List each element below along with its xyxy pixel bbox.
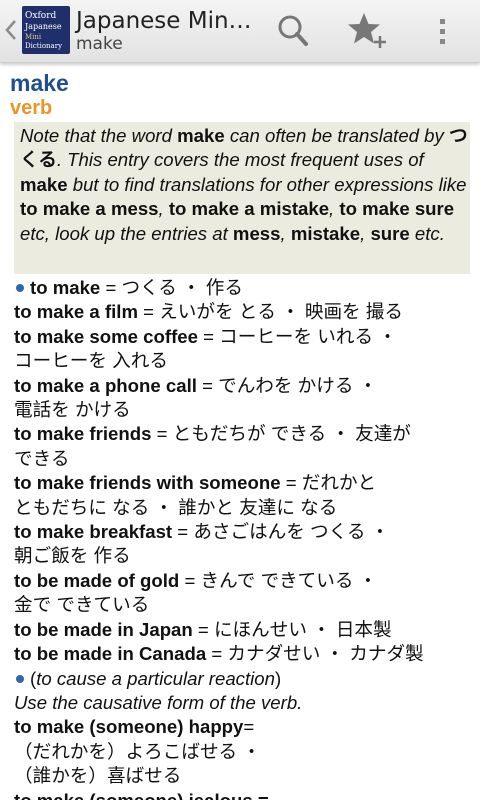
overflow-menu-button[interactable] [422, 8, 462, 54]
note-keyword: make [177, 125, 225, 146]
example-line-cont: （誰かを）喜ばせる [14, 765, 182, 787]
example-phrase: to be made in Canada [14, 643, 207, 665]
entry-content[interactable]: make verb Note that the word make can of… [0, 63, 480, 800]
example-line: to be made of gold = きんで できている ・ [14, 569, 476, 593]
logo-text-japanese: Japanese [25, 22, 62, 31]
sense-list: to make = つくる ・ 作る to make a film = えいがを… [14, 276, 476, 800]
example-line-cont: できる [14, 447, 70, 469]
example-phrase: to be made of gold [14, 569, 180, 591]
note-keyword[interactable]: mistake [291, 223, 360, 244]
bullet-icon [16, 674, 24, 683]
example-phrase: to make a film [14, 301, 139, 323]
example-line: to make some coffee = コーヒーを いれる ・ [14, 325, 476, 349]
note-link-sure[interactable]: to make sure [339, 198, 454, 219]
bullet-icon [16, 284, 24, 293]
example-translation: = でんわを かける ・ [196, 374, 378, 396]
note-text: can often be translated by [224, 125, 449, 146]
usage-note: Note that the word make can often be tra… [14, 122, 470, 274]
note-text: . This entry covers the most frequent us… [56, 149, 424, 171]
example-phrase: to make a phone call [14, 374, 197, 396]
example-phrase: to make friends with someone [14, 472, 281, 494]
example-line: to be made in Japan = にほんせい ・ 日本製 [14, 618, 476, 642]
example-translation: = [243, 716, 255, 738]
note-keyword[interactable]: sure [370, 223, 409, 244]
example-line-cont: 金で できている [14, 594, 150, 616]
app-logo[interactable]: Oxford Japanese Mini Dictionary [22, 6, 70, 54]
note-text: , [158, 198, 169, 220]
example-line-cont: コーヒーを 入れる [14, 350, 168, 372]
chevron-left-icon[interactable] [4, 17, 18, 43]
note-text: Note that the word [20, 125, 178, 146]
note-text: etc. [409, 222, 445, 244]
app-title: Japanese Min… [76, 8, 252, 34]
note-link-mistake[interactable]: to make a mistake [169, 198, 329, 219]
example-line: to make (someone) jealous = [14, 789, 476, 800]
search-icon [278, 15, 308, 46]
sense-gloss: (to cause a particular reaction) [30, 667, 282, 689]
example-phrase: to make (someone) jealous = [14, 790, 269, 800]
sense-1: to make = つくる ・ 作る [14, 276, 476, 300]
example-line: to make friends = ともだちが できる ・ 友達が [14, 422, 476, 446]
example-translation: = コーヒーを いれる ・ [197, 325, 397, 347]
example-translation: = カナダせい ・ カナダ製 [206, 643, 424, 665]
part-of-speech: verb [10, 97, 53, 119]
example-translation: = あさごはんを つくる ・ [172, 521, 390, 543]
logo-text-dictionary: Dictionary [25, 42, 63, 50]
example-line: to make friends with someone = だれかと [14, 471, 476, 495]
star-add-icon [348, 13, 386, 48]
note-text: , [360, 222, 371, 244]
example-line: to make a film = えいがを とる ・ 映画を 撮る [14, 300, 476, 324]
action-bar: Oxford Japanese Mini Dictionary Japanese… [0, 0, 480, 63]
note-keyword[interactable]: mess [233, 223, 281, 244]
sense-phrase: to make [30, 277, 101, 298]
note-text: , [329, 198, 340, 220]
sense-translation: = つくる ・ 作る [100, 277, 243, 298]
sense-instruction: Use the causative form of the verb. [14, 691, 303, 713]
app-subtitle: make [76, 34, 123, 54]
example-line-cont: 朝ご飯を 作る [14, 545, 131, 567]
logo-text-mini: Mini [25, 33, 42, 41]
note-keyword: make [20, 173, 68, 195]
sense-2: (to cause a particular reaction) [14, 667, 476, 691]
example-phrase: to make (someone) happy [14, 716, 244, 738]
note-link-mess[interactable]: to make a mess [20, 198, 159, 219]
sense-gloss-text: to cause a particular reaction [36, 667, 275, 689]
example-translation: = きんで できている ・ [179, 569, 378, 591]
example-line-cont: 電話を かける [14, 399, 131, 421]
example-translation: = ともだちが できる ・ 友達が [151, 423, 411, 445]
example-line-cont: （だれかを）よろこばせる ・ [14, 740, 261, 762]
add-favorite-button[interactable] [344, 8, 390, 54]
search-button[interactable] [270, 8, 316, 54]
example-phrase: to be made in Japan [14, 618, 193, 640]
example-translation: = だれかと [280, 472, 377, 494]
overflow-menu-icon [440, 19, 445, 44]
example-line: to make (someone) happy= [14, 715, 476, 739]
note-text: etc, look up the entries at [20, 222, 233, 244]
note-text: , [280, 222, 291, 244]
example-line: to be made in Canada = カナダせい ・ カナダ製 [14, 642, 476, 666]
example-line: to make breakfast = あさごはんを つくる ・ [14, 520, 476, 544]
example-translation: = えいがを とる ・ 映画を 撮る [138, 301, 403, 323]
note-text: but to find translations for other expre… [67, 173, 467, 195]
example-phrase: to make breakfast [14, 521, 173, 543]
example-phrase: to make some coffee [14, 325, 198, 347]
logo-text-oxford: Oxford [25, 11, 57, 21]
example-translation: = にほんせい ・ 日本製 [192, 618, 392, 640]
example-line-cont: ともだちに なる ・ 誰かと 友達に なる [14, 496, 338, 518]
headword: make [10, 70, 69, 96]
example-phrase: to make friends [14, 423, 152, 445]
example-line: to make a phone call = でんわを かける ・ [14, 374, 476, 398]
